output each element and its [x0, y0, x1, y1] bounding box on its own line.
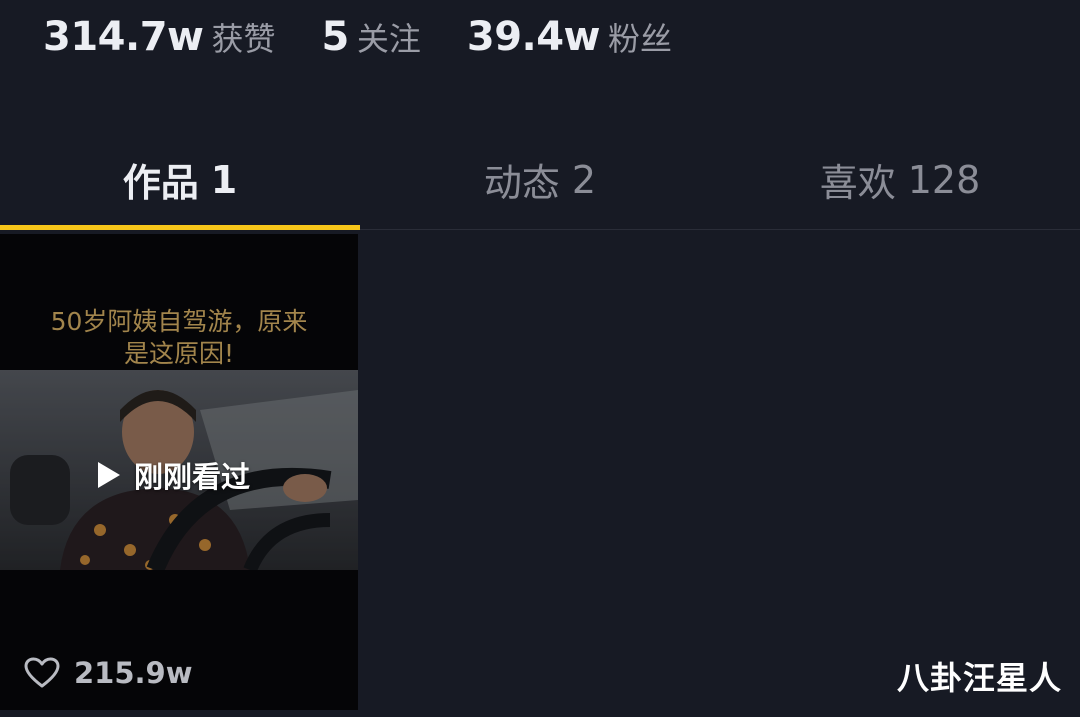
video-caption-line2: 是这原因! [123, 339, 235, 368]
tab-likes[interactable]: 喜欢 128 [720, 130, 1080, 229]
tab-posts-count: 2 [571, 157, 597, 202]
tab-posts-label: 动态 [483, 161, 560, 205]
video-likes: 215.9w [24, 656, 193, 690]
followers-stat-value: 39.4w [466, 14, 601, 60]
profile-tabs: 作品 1 动态 2 喜欢 128 [0, 130, 1080, 230]
tab-likes-count: 128 [907, 157, 981, 202]
tab-posts[interactable]: 动态 2 [360, 130, 720, 229]
likes-stat[interactable]: 314.7w 获赞 [43, 14, 276, 60]
tab-works-count: 1 [210, 157, 238, 202]
profile-stats: 314.7w 获赞 5 关注 39.4w 粉丝 [43, 14, 718, 66]
tab-likes-label: 喜欢 [819, 161, 896, 205]
likes-stat-label: 获赞 [211, 20, 276, 58]
recently-watched-label: 刚刚看过 [134, 460, 251, 494]
heart-icon [24, 657, 60, 688]
followers-stat[interactable]: 39.4w 粉丝 [467, 14, 672, 60]
recently-watched-badge: 刚刚看过 [98, 454, 250, 496]
video-caption-line1: 50岁阿姨自驾游，原来 [50, 307, 308, 336]
watermark: 八卦汪星人 [896, 659, 1062, 697]
tab-works-label: 作品 [122, 161, 199, 205]
followers-stat-label: 粉丝 [608, 20, 673, 58]
video-likes-count: 215.9w [74, 656, 193, 690]
following-stat-label: 关注 [356, 20, 421, 58]
following-stat-value: 5 [321, 14, 350, 60]
following-stat[interactable]: 5 关注 [322, 14, 421, 60]
play-icon [98, 462, 120, 488]
video-caption: 50岁阿姨自驾游，原来 是这原因! [0, 306, 358, 370]
video-card[interactable]: 50岁阿姨自驾游，原来 是这原因! 刚刚看过 215.9w [0, 234, 358, 710]
tab-works[interactable]: 作品 1 [0, 130, 360, 230]
likes-stat-value: 314.7w [43, 14, 204, 60]
